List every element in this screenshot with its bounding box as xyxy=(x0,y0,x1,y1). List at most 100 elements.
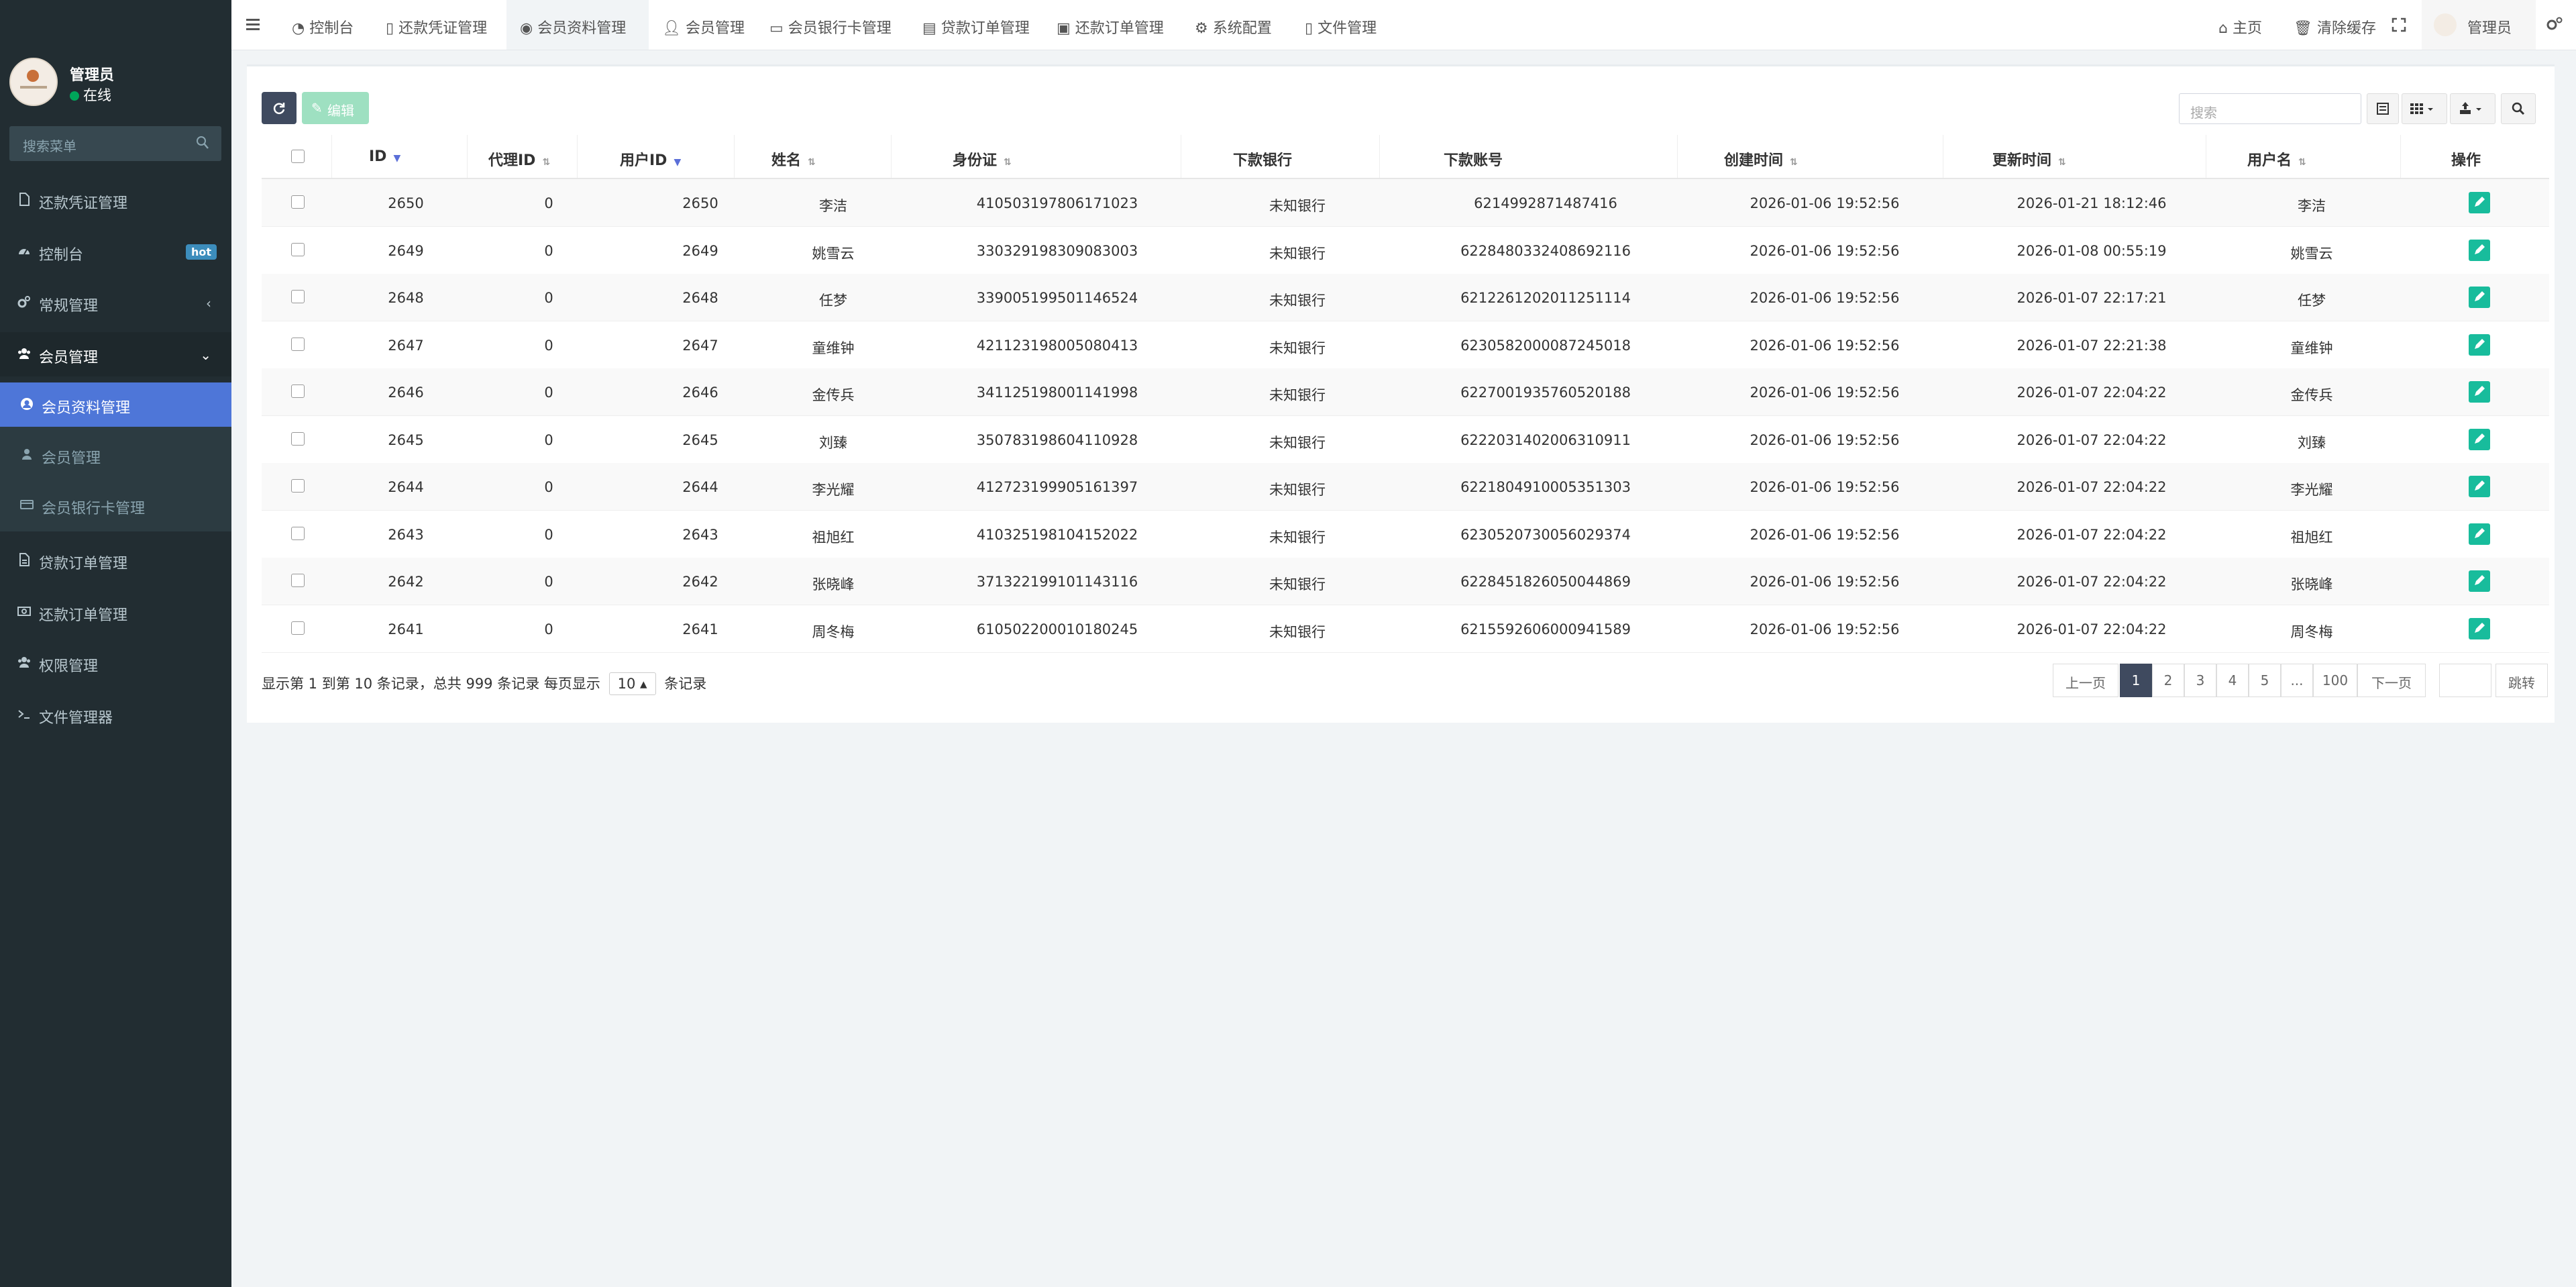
row-edit-button[interactable] xyxy=(2469,570,2490,592)
sidebar-item-member-profile[interactable]: 会员资料管理 xyxy=(0,382,231,427)
col-updated[interactable]: 更新时间 ⇅ xyxy=(1992,148,2066,170)
col-user-id[interactable]: 用户ID ▼ xyxy=(620,148,681,170)
table-row[interactable]: 2650 0 2650 李洁 410503197806171023 未知银行 6214992… xyxy=(262,179,2549,227)
row-edit-button[interactable] xyxy=(2469,617,2490,639)
row-checkbox[interactable] xyxy=(291,384,305,398)
sidebar-search-input[interactable]: 搜索菜单 xyxy=(9,126,221,161)
sidebar-item-permissions[interactable]: 权限管理 xyxy=(0,641,231,685)
cell-user-id: 2647 xyxy=(682,337,718,354)
row-edit-button[interactable] xyxy=(2469,428,2490,450)
table-row[interactable]: 2649 0 2649 姚雪云 330329198309083003 未知银行 622848… xyxy=(262,227,2549,274)
table-row[interactable]: 2643 0 2643 祖旭红 410325198104152022 未知银行 623052… xyxy=(262,511,2549,558)
sidebar-item-file-manager[interactable]: 文件管理器 xyxy=(0,692,231,737)
row-edit-button[interactable] xyxy=(2469,381,2490,403)
sidebar-item-member-bankcard[interactable]: 会员银行卡管理 xyxy=(0,483,231,527)
page-button[interactable]: 100 xyxy=(2313,664,2357,697)
jump-page-input[interactable] xyxy=(2439,664,2491,697)
row-edit-button[interactable] xyxy=(2469,476,2490,497)
table-row[interactable]: 2644 0 2644 李光耀 412723199905161397 未知银行 622180… xyxy=(262,463,2549,511)
col-created[interactable]: 创建时间 ⇅ xyxy=(1724,148,1798,170)
sidebar-item-loan-orders[interactable]: 贷款订单管理 xyxy=(0,538,231,582)
row-edit-button[interactable] xyxy=(2469,192,2490,213)
search-icon[interactable] xyxy=(196,136,209,150)
col-username[interactable]: 用户名 ⇅ xyxy=(2247,148,2306,170)
tab-member-manage[interactable]: 👤︎ 会员管理 xyxy=(649,0,756,50)
advanced-search-button[interactable] xyxy=(2501,93,2536,124)
sidebar-item-repay-voucher[interactable]: 还款凭证管理 xyxy=(0,178,231,222)
admin-menu[interactable]: 管理员 xyxy=(2422,0,2536,50)
home-link[interactable]: ⌂ 主页 xyxy=(2218,16,2262,38)
sidebar-item-repay-orders[interactable]: 还款订单管理 xyxy=(0,590,231,634)
row-checkbox[interactable] xyxy=(291,290,305,303)
sidebar-item-dashboard[interactable]: 控制台 hot xyxy=(0,229,231,274)
table-search-input[interactable]: 搜索 xyxy=(2179,93,2361,124)
cell-bank: 未知银行 xyxy=(1269,623,1326,640)
menu-toggle-icon[interactable] xyxy=(245,16,261,32)
table-row[interactable]: 2645 0 2645 刘臻 350783198604110928 未知银行 6222031… xyxy=(262,416,2549,464)
tab-member-bankcard[interactable]: ▭ 会员银行卡管理 xyxy=(756,0,909,50)
tab-label: 还款凭证管理 xyxy=(398,20,488,37)
tab-repay-orders[interactable]: ▣ 还款订单管理 xyxy=(1043,0,1181,50)
tab-member-profile[interactable]: ◉ 会员资料管理 xyxy=(506,0,649,50)
clear-cache-button[interactable]: 🗑︎ 清除缓存 xyxy=(2294,16,2376,38)
col-name[interactable]: 姓名 ⇅ xyxy=(771,148,816,170)
tab-loan-orders[interactable]: ▤ 贷款订单管理 xyxy=(909,0,1043,50)
row-checkbox[interactable] xyxy=(291,479,305,493)
columns-button[interactable] xyxy=(2402,93,2447,124)
row-checkbox[interactable] xyxy=(291,195,305,209)
table-row[interactable]: 2642 0 2642 张晓峰 371322199101143116 未知银行 622845… xyxy=(262,558,2549,605)
row-checkbox[interactable] xyxy=(291,242,305,256)
page-button[interactable]: 3 xyxy=(2184,664,2216,697)
next-page-button[interactable]: 下一页 xyxy=(2357,664,2426,697)
page-button[interactable]: 1 xyxy=(2120,664,2152,697)
table-row[interactable]: 2646 0 2646 金传兵 341125198001141998 未知银行 622700… xyxy=(262,368,2549,416)
cell-agent-id: 0 xyxy=(544,242,553,259)
credit-card-icon: ▭ xyxy=(769,20,788,37)
toggle-view-button[interactable] xyxy=(2367,93,2399,124)
row-checkbox[interactable] xyxy=(291,431,305,446)
prev-page-button[interactable]: 上一页 xyxy=(2053,664,2118,697)
sidebar-item-members[interactable]: 会员管理 ⌄ xyxy=(0,332,231,376)
page-button[interactable]: 2 xyxy=(2152,664,2184,697)
row-edit-button[interactable] xyxy=(2469,333,2490,356)
table-row[interactable]: 2648 0 2648 任梦 339005199501146524 未知银行 6212261… xyxy=(262,274,2549,321)
row-edit-button[interactable] xyxy=(2469,287,2490,308)
col-agent-id[interactable]: 代理ID ⇅ xyxy=(488,148,550,170)
user-panel: 管理员 在线 xyxy=(9,58,224,111)
cell-bank: 未知银行 xyxy=(1269,387,1326,403)
row-checkbox[interactable] xyxy=(291,526,305,540)
sidebar-item-member-manage[interactable]: 会员管理 xyxy=(0,433,231,477)
column-divider xyxy=(891,135,892,178)
refresh-button[interactable] xyxy=(262,92,297,124)
jump-button[interactable]: 跳转 xyxy=(2496,664,2548,697)
col-id[interactable]: ID ▼ xyxy=(369,148,400,165)
row-edit-button[interactable] xyxy=(2469,239,2490,261)
clear-cache-label: 清除缓存 xyxy=(2316,20,2376,37)
tab-dashboard[interactable]: ◔ 控制台 xyxy=(278,0,372,50)
settings-cogs-icon[interactable] xyxy=(2546,16,2563,32)
cell-bank: 未知银行 xyxy=(1269,482,1326,498)
select-all-checkbox[interactable] xyxy=(291,150,305,163)
tab-system-config[interactable]: ⚙ 系统配置 xyxy=(1181,0,1291,50)
edit-button[interactable]: ✎ 编辑 xyxy=(302,92,369,124)
row-checkbox[interactable] xyxy=(291,574,305,587)
page-size-select[interactable]: 10 ▴ xyxy=(608,672,656,695)
tab-file-manage[interactable]: ▯ 文件管理 xyxy=(1291,0,1405,50)
page-button[interactable]: 4 xyxy=(2216,664,2249,697)
sidebar-item-general[interactable]: 常规管理 ‹ xyxy=(0,280,231,325)
table-row[interactable]: 2647 0 2647 童维钟 421123198005080413 未知银行 623058… xyxy=(262,321,2549,369)
row-checkbox[interactable] xyxy=(291,621,305,635)
cogs-icon xyxy=(17,296,30,308)
col-id-card[interactable]: 身份证 ⇅ xyxy=(953,148,1012,170)
export-button[interactable] xyxy=(2450,93,2496,124)
pagination-suffix: 条记录 xyxy=(664,676,707,692)
tab-repay-voucher[interactable]: ▯ 还款凭证管理 xyxy=(372,0,504,50)
row-edit-button[interactable] xyxy=(2469,523,2490,545)
list-alt-icon xyxy=(2377,103,2389,115)
cell-account: 6221804910005351303 xyxy=(1460,479,1631,495)
chevron-down-icon: ⌄ xyxy=(200,347,211,363)
row-checkbox[interactable] xyxy=(291,337,305,351)
table-row[interactable]: 2641 0 2641 周冬梅 610502200010180245 未知银行 621559… xyxy=(262,605,2549,653)
page-button[interactable]: 5 xyxy=(2249,664,2281,697)
fullscreen-icon[interactable] xyxy=(2392,17,2406,32)
